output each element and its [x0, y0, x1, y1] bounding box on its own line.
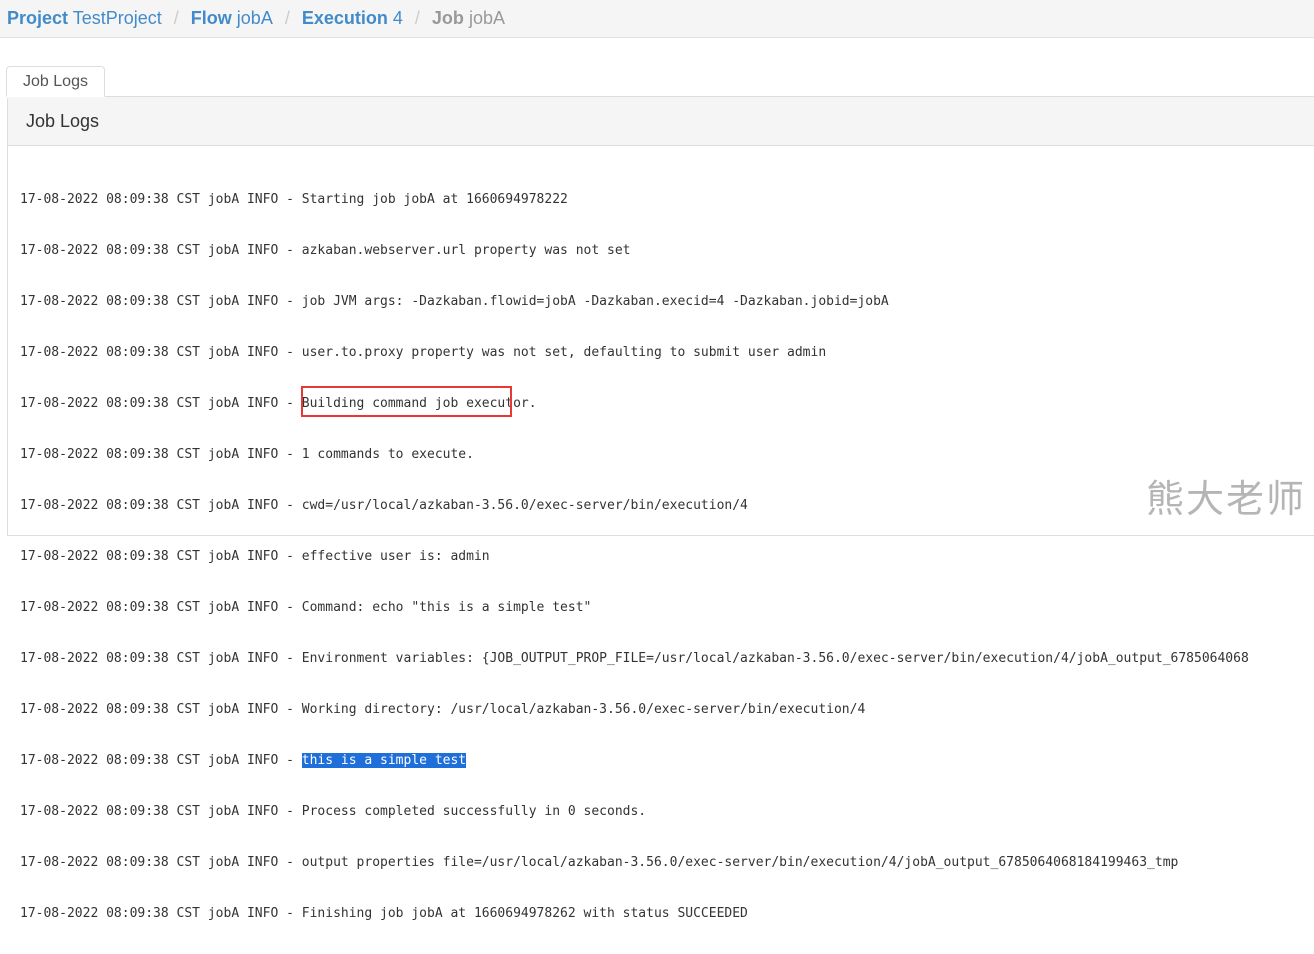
log-line: 17-08-2022 08:09:38 CST jobA INFO - job … [20, 291, 1249, 312]
log-line: 17-08-2022 08:09:38 CST jobA INFO - azka… [20, 240, 1249, 261]
log-output: 17-08-2022 08:09:38 CST jobA INFO - Star… [20, 159, 1249, 954]
log-line: 17-08-2022 08:09:38 CST jobA INFO - cwd=… [20, 495, 1249, 516]
breadcrumb-job-current: Job jobA [432, 8, 505, 29]
breadcrumb-execution-link[interactable]: Execution 4 [302, 8, 403, 29]
breadcrumb-job-name: jobA [469, 8, 505, 28]
watermark-text: 熊大老师 [1146, 468, 1306, 523]
log-line: 17-08-2022 08:09:38 CST jobA INFO - Buil… [20, 393, 1249, 414]
breadcrumb-flow-label: Flow [191, 8, 232, 28]
tab-job-logs[interactable]: Job Logs [6, 66, 105, 97]
log-line: 17-08-2022 08:09:38 CST jobA INFO - effe… [20, 546, 1249, 567]
log-line: 17-08-2022 08:09:38 CST jobA INFO - Envi… [20, 648, 1249, 669]
panel-title: Job Logs [8, 97, 1314, 146]
breadcrumb-execution-label: Execution [302, 8, 388, 28]
breadcrumb-separator: / [403, 8, 432, 29]
breadcrumb-job-label: Job [432, 8, 464, 28]
log-line: 17-08-2022 08:09:38 CST jobA INFO - Star… [20, 189, 1249, 210]
selected-log-text: this is a simple test [302, 753, 466, 768]
log-line: 17-08-2022 08:09:38 CST jobA INFO - 1 co… [20, 444, 1249, 465]
breadcrumb-project-link[interactable]: Project TestProject [7, 8, 162, 29]
breadcrumb-execution-name: 4 [393, 8, 403, 28]
breadcrumb-flow-link[interactable]: Flow jobA [191, 8, 273, 29]
log-line: 17-08-2022 08:09:38 CST jobA INFO - outp… [20, 852, 1249, 873]
log-line-prefix: 17-08-2022 08:09:38 CST jobA INFO - [20, 753, 302, 768]
job-logs-panel: Job Logs 17-08-2022 08:09:38 CST jobA IN… [7, 96, 1314, 536]
log-line: 17-08-2022 08:09:38 CST jobA INFO - Comm… [20, 597, 1249, 618]
breadcrumb-separator: / [273, 8, 302, 29]
breadcrumb: Project TestProject / Flow jobA / Execut… [0, 0, 1314, 38]
breadcrumb-separator: / [162, 8, 191, 29]
breadcrumb-flow-name: jobA [237, 8, 273, 28]
log-line: 17-08-2022 08:09:38 CST jobA INFO - Proc… [20, 801, 1249, 822]
log-line: 17-08-2022 08:09:38 CST jobA INFO - Fini… [20, 903, 1249, 924]
breadcrumb-project-label: Project [7, 8, 68, 28]
log-line: 17-08-2022 08:09:38 CST jobA INFO - Work… [20, 699, 1249, 720]
breadcrumb-project-name: TestProject [73, 8, 162, 28]
log-line: 17-08-2022 08:09:38 CST jobA INFO - user… [20, 342, 1249, 363]
log-line-selected: 17-08-2022 08:09:38 CST jobA INFO - this… [20, 750, 1249, 771]
